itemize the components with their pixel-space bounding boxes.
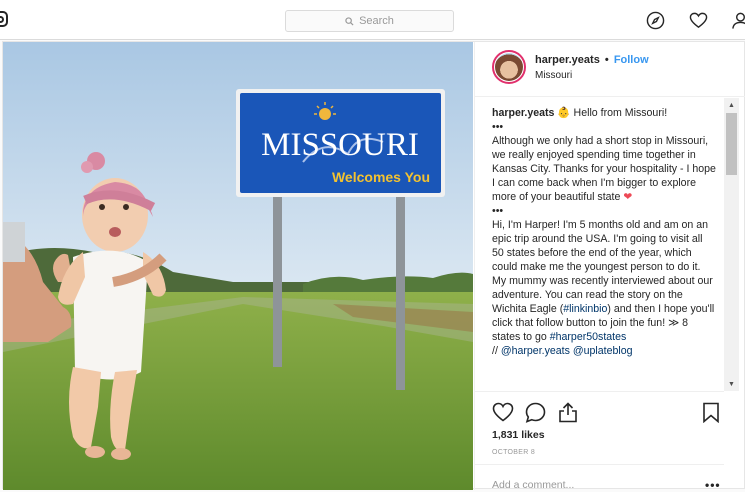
separator-dot: • bbox=[604, 54, 609, 66]
mention-harper-yeats[interactable]: @harper.yeats bbox=[501, 345, 570, 357]
username-link[interactable]: harper.yeats bbox=[535, 54, 600, 66]
caption-username[interactable]: harper.yeats bbox=[492, 107, 554, 119]
instagram-logo-icon[interactable] bbox=[0, 11, 8, 27]
likes-count[interactable]: 1,831 likes bbox=[492, 429, 545, 441]
red-heart-icon: ❤ bbox=[623, 191, 633, 203]
comment-bubble-icon[interactable] bbox=[525, 402, 546, 423]
top-navigation-bar: Search bbox=[0, 0, 745, 40]
location-link[interactable]: Missouri bbox=[535, 70, 572, 81]
avatar[interactable] bbox=[492, 50, 526, 84]
like-heart-icon[interactable] bbox=[492, 402, 514, 422]
follow-button[interactable]: Follow bbox=[614, 54, 649, 66]
credit-prefix: // bbox=[492, 345, 501, 357]
search-icon bbox=[345, 16, 354, 26]
share-upload-icon[interactable] bbox=[558, 402, 578, 423]
mention-uplateblog[interactable]: @uplateblog bbox=[573, 345, 633, 357]
caption-dots-2: ••• bbox=[492, 205, 504, 217]
post-sidebar: harper.yeats • Follow Missouri harper.ye… bbox=[474, 42, 745, 492]
caption-paragraph-1: Although we only had a short stop in Mis… bbox=[492, 135, 716, 203]
post-photo[interactable]: MISSOURI Welcomes You bbox=[3, 42, 473, 490]
caption-scrollbar[interactable]: ▲ ▼ bbox=[724, 98, 739, 391]
post-actions: 1,831 likes OCTOBER 8 Add a comment... •… bbox=[475, 391, 724, 492]
scroll-down-arrow-icon[interactable]: ▼ bbox=[724, 377, 739, 391]
avatar-image bbox=[495, 53, 523, 81]
profile-icon[interactable] bbox=[731, 11, 745, 30]
scroll-up-arrow-icon[interactable]: ▲ bbox=[724, 98, 739, 112]
search-input[interactable]: Search bbox=[285, 10, 454, 32]
post-author-line: harper.yeats • Follow bbox=[535, 54, 649, 66]
post-card: MISSOURI Welcomes You harper.yeats • Fol… bbox=[2, 41, 745, 492]
more-options-icon[interactable]: ••• bbox=[705, 478, 721, 492]
scrollbar-thumb[interactable] bbox=[726, 113, 737, 175]
compass-explore-icon[interactable] bbox=[646, 11, 665, 30]
search-placeholder: Search bbox=[359, 15, 394, 27]
baby-emoji-icon: 👶 bbox=[557, 107, 571, 119]
sign-state-text: MISSOURI bbox=[261, 127, 419, 163]
caption-greeting: Hello from Missouri! bbox=[573, 107, 668, 119]
add-comment-row: Add a comment... ••• bbox=[475, 464, 724, 492]
post-date[interactable]: OCTOBER 8 bbox=[492, 449, 535, 456]
caption-area: harper.yeats 👶 Hello from Missouri! ••• … bbox=[492, 106, 717, 389]
heart-activity-icon[interactable] bbox=[689, 11, 708, 30]
hashtag-linkinbio[interactable]: #linkinbio bbox=[563, 303, 607, 315]
save-bookmark-icon[interactable] bbox=[702, 402, 720, 423]
add-comment-input[interactable]: Add a comment... bbox=[492, 479, 574, 491]
photo-scene: MISSOURI Welcomes You bbox=[3, 42, 473, 490]
hashtag-harper50states[interactable]: #harper50states bbox=[550, 331, 627, 343]
caption-dots-1: ••• bbox=[492, 121, 504, 133]
sign-welcome-text: Welcomes You bbox=[332, 169, 430, 185]
caption-paragraph-2a: Hi, I'm Harper! I'm 5 months old and am … bbox=[492, 219, 713, 315]
post-header: harper.yeats • Follow Missouri bbox=[475, 42, 745, 97]
